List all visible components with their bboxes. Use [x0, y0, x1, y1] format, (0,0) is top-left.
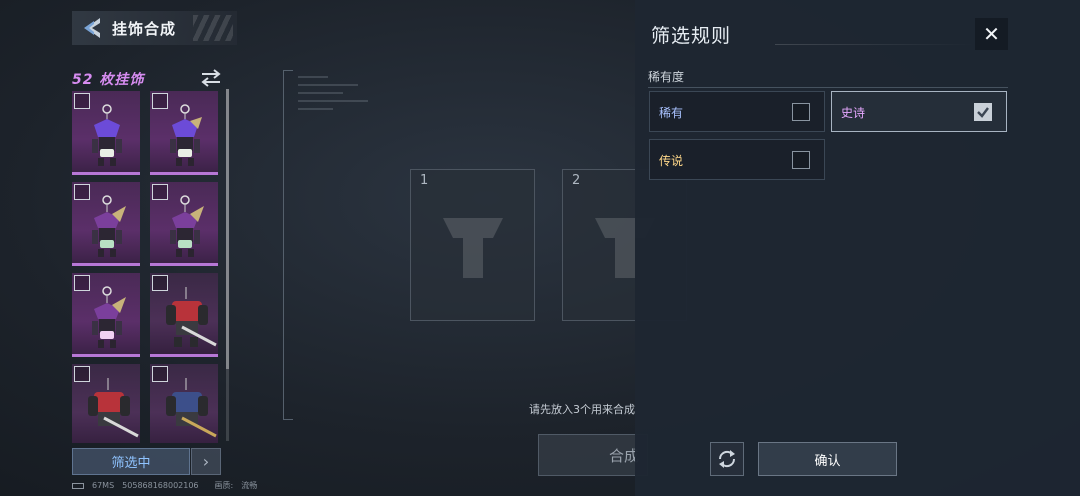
- swap-icon[interactable]: [200, 69, 222, 87]
- filter-expand-button[interactable]: ›: [191, 448, 221, 475]
- battery-icon: [72, 482, 84, 489]
- emblem-icon: [443, 218, 503, 278]
- pendant-item[interactable]: [150, 364, 218, 443]
- compose-slot[interactable]: 1: [410, 169, 535, 321]
- filter-panel: 筛选规则 ✕ 稀有度 稀有 史诗 传说 确认: [635, 0, 1080, 496]
- rarity-option-legendary[interactable]: 传说: [649, 139, 825, 180]
- user-id: 505868168002106: [122, 481, 199, 490]
- title-bar: 挂饰合成: [72, 11, 237, 45]
- pendant-item[interactable]: [150, 91, 218, 175]
- mecha-pendant-icon: [92, 286, 126, 348]
- filter-panel-title: 筛选规则: [651, 25, 732, 47]
- option-label: 传说: [659, 154, 684, 168]
- pendant-item[interactable]: [72, 364, 140, 443]
- pendant-item[interactable]: [72, 273, 140, 357]
- rarity-option-epic[interactable]: 史诗: [831, 91, 1007, 132]
- info-panel-frame: [283, 70, 293, 420]
- close-button[interactable]: ✕: [975, 18, 1008, 50]
- page-title: 挂饰合成: [112, 19, 177, 38]
- mecha-pendant-icon: [92, 195, 126, 257]
- collection-count: 52 枚挂饰: [72, 72, 145, 88]
- mecha-pendant-icon: [92, 104, 122, 166]
- info-panel-lines: [298, 76, 378, 126]
- mecha-pendant-icon: [88, 378, 139, 438]
- back-arrow-icon: [84, 18, 100, 38]
- option-label: 史诗: [841, 106, 866, 120]
- filter-button[interactable]: 筛选中: [72, 448, 190, 475]
- status-footer: 67MS 505868168002106 画质: 流畅: [72, 480, 257, 491]
- mecha-pendant-icon: [166, 287, 217, 347]
- rarity-option-rare[interactable]: 稀有: [649, 91, 825, 132]
- confirm-button[interactable]: 确认: [758, 442, 897, 476]
- slot-number: 1: [420, 173, 429, 188]
- pendant-item[interactable]: [72, 182, 140, 266]
- mecha-pendant-icon: [166, 378, 217, 438]
- ping-value: 67MS: [92, 481, 115, 490]
- pendant-item[interactable]: [150, 273, 218, 357]
- title-divider: [775, 44, 975, 45]
- option-checkbox[interactable]: [974, 103, 992, 121]
- pendant-item[interactable]: [72, 91, 140, 175]
- chevron-right-icon: ›: [202, 452, 210, 471]
- title-decoration: [193, 15, 233, 41]
- option-checkbox[interactable]: [792, 151, 810, 169]
- pendant-item[interactable]: [150, 182, 218, 266]
- compose-button[interactable]: 合成: [538, 434, 648, 476]
- mecha-pendant-icon: [170, 195, 204, 257]
- quality-label: 画质:: [214, 481, 234, 490]
- pendant-grid: [72, 91, 220, 443]
- reset-button[interactable]: [710, 442, 744, 476]
- mecha-pendant-icon: [170, 104, 202, 166]
- slot-number: 2: [572, 173, 581, 188]
- back-button[interactable]: [72, 11, 112, 45]
- option-checkbox[interactable]: [792, 103, 810, 121]
- option-label: 稀有: [659, 106, 684, 120]
- checkmark-icon: [977, 107, 989, 118]
- compose-hint: 请先放入3个用来合成: [529, 403, 635, 416]
- close-icon: ✕: [983, 22, 1000, 46]
- quality-value: 流畅: [241, 481, 258, 490]
- rarity-section-label: 稀有度: [648, 68, 1008, 88]
- scrollbar-thumb[interactable]: [226, 89, 229, 369]
- refresh-icon: [718, 450, 736, 468]
